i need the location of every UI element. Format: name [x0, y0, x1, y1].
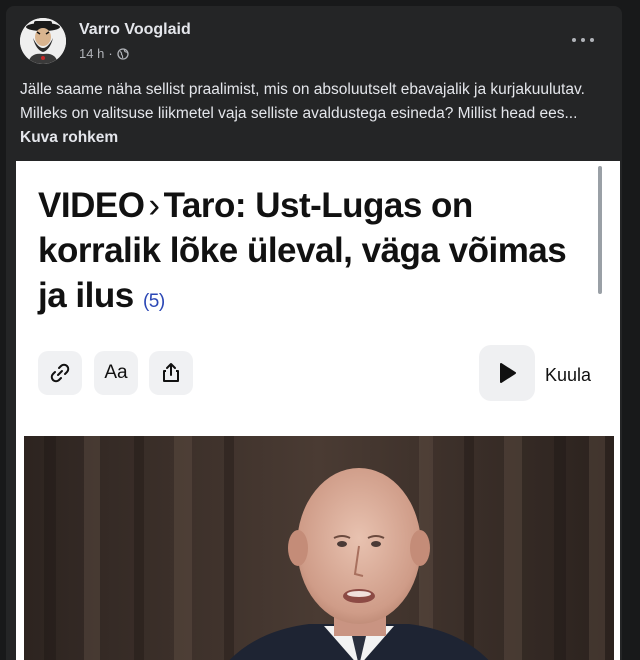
more-dot [572, 38, 576, 42]
post-meta: 14 h · [79, 46, 129, 61]
globe-icon[interactable] [117, 47, 129, 60]
post-caption: Jälle saame näha sellist praalimist, mis… [20, 78, 610, 150]
article-headline: VIDEO › Taro: Ust-Lugas on korralik lõke ü… [38, 183, 586, 324]
share-icon [163, 363, 179, 382]
listen-label[interactable]: Kuula [545, 365, 591, 386]
play-button[interactable] [479, 345, 535, 401]
article-screenshot[interactable]: VIDEO › Taro: Ust-Lugas on korralik lõke ü… [16, 161, 620, 660]
article-photo[interactable] [24, 436, 614, 660]
more-dot [581, 38, 585, 42]
comment-count[interactable]: (5) [143, 291, 165, 312]
scrollbar[interactable] [598, 166, 602, 294]
avatar-illustration [20, 18, 66, 64]
more-dot [590, 38, 594, 42]
play-icon [500, 363, 516, 383]
caption-text: Jälle saame näha sellist praalimist, mis… [20, 81, 585, 122]
text-size-label: Aa [104, 362, 128, 383]
see-more-link[interactable]: Kuva rohkem [20, 129, 118, 146]
share-button[interactable] [149, 351, 193, 395]
author-avatar[interactable] [20, 18, 66, 64]
author-name[interactable]: Varro Vooglaid [79, 21, 191, 39]
link-icon [50, 363, 70, 383]
copy-link-button[interactable] [38, 351, 82, 395]
post-time[interactable]: 14 h [79, 46, 104, 61]
post-card: Varro Vooglaid 14 h · Jälle saame näha s… [6, 6, 622, 660]
more-options-button[interactable] [572, 31, 594, 49]
text-size-button[interactable]: Aa [94, 351, 138, 395]
portrait-photo [24, 436, 614, 660]
meta-separator: · [108, 46, 113, 61]
headline-kicker: VIDEO [38, 186, 145, 225]
headline-chevron: › [148, 186, 160, 225]
